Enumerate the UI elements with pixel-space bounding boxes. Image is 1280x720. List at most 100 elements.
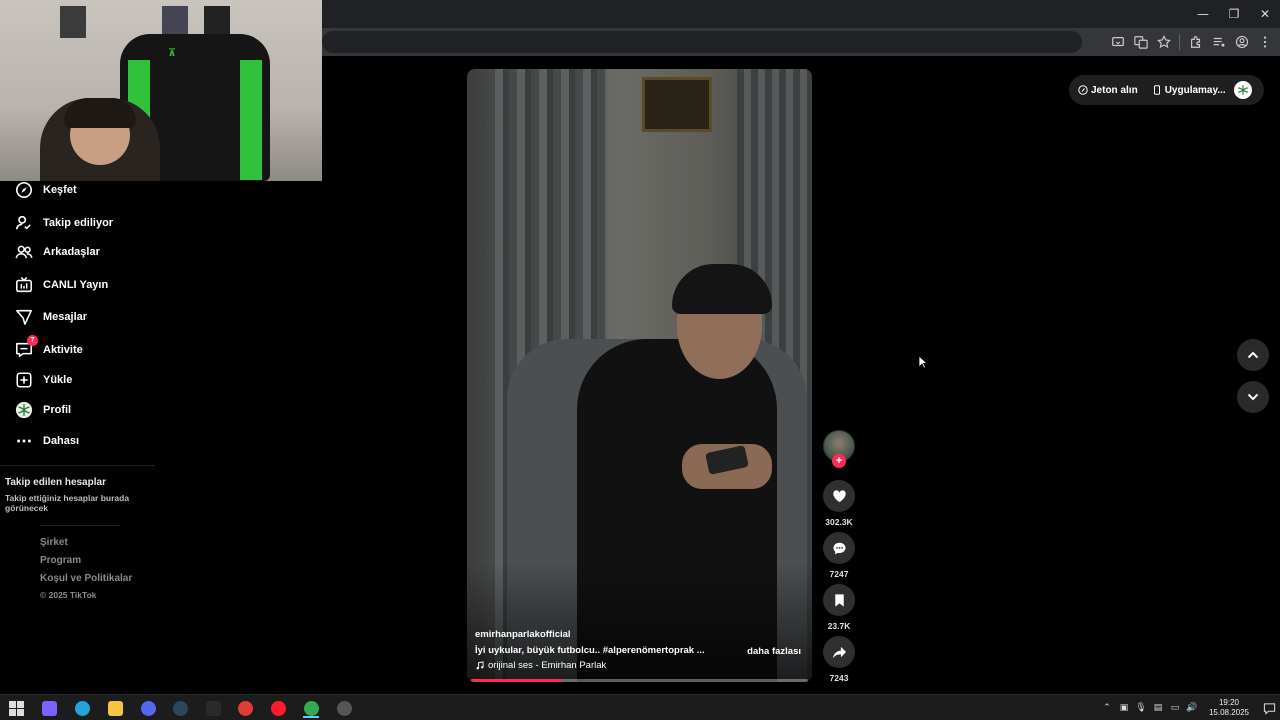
save-button[interactable]	[823, 584, 855, 616]
screencast-icon[interactable]	[1108, 33, 1127, 52]
app-red-icon[interactable]	[234, 698, 256, 718]
opera-icon[interactable]	[267, 698, 289, 718]
previous-video-button[interactable]	[1237, 339, 1269, 371]
profile-icon[interactable]	[1232, 33, 1251, 52]
discord-icon[interactable]	[137, 698, 159, 718]
start-glyph	[8, 700, 24, 716]
phone-icon	[1153, 85, 1160, 95]
sidebar-item-upload[interactable]: Yükle	[14, 369, 154, 391]
sidebar-item-friends[interactable]: Arkadaşlar	[14, 241, 154, 263]
media-icon[interactable]	[1209, 33, 1228, 52]
sidebar-item-label: Mesajlar	[43, 311, 88, 323]
video-progress-bar[interactable]	[471, 679, 808, 682]
sidebar-item-label: Dahası	[43, 435, 80, 447]
save-count: 23.7K	[827, 621, 851, 631]
notification-center-button[interactable]	[1258, 695, 1280, 720]
heart-icon	[832, 489, 846, 502]
follow-plus-button[interactable]: +	[832, 454, 846, 468]
sidebar-item-following[interactable]: Takip ediliyor	[14, 212, 154, 234]
epic-games-icon[interactable]	[202, 698, 224, 718]
tray-overflow-icon[interactable]: ⌃	[1099, 700, 1115, 716]
edge-icon[interactable]	[71, 698, 93, 718]
address-bar[interactable]	[322, 31, 1082, 53]
get-app-label: Uygulamay...	[1164, 84, 1226, 96]
app-monitor-glyph	[336, 700, 352, 716]
get-app-button[interactable]: Uygulamay...	[1152, 85, 1226, 96]
app-monitor-icon[interactable]	[333, 698, 355, 718]
extensions-icon[interactable]	[1186, 33, 1205, 52]
footer-link-company[interactable]: Şirket	[40, 537, 68, 548]
like-count: 302.3K	[825, 517, 853, 527]
next-video-button[interactable]	[1237, 381, 1269, 413]
copilot-icon[interactable]	[38, 698, 60, 718]
sidebar-item-messages[interactable]: Mesajlar	[14, 306, 154, 328]
screen: — ❐ ✕ ⊼ Keşfet Takip ediliyor Arkadaşlar…	[0, 0, 1280, 720]
comment-button[interactable]	[823, 532, 855, 564]
more-icon	[14, 431, 34, 451]
toolbar-separator	[1179, 34, 1180, 50]
share-count: 7243	[829, 673, 849, 683]
following-accounts-title: Takip edilen hesaplar	[5, 477, 106, 488]
video-caption: İyi uykular, büyük futbolcu.. #alperenöm…	[475, 645, 705, 656]
start-icon[interactable]	[5, 698, 27, 718]
close-button[interactable]: ✕	[1250, 0, 1280, 28]
chevron-up-icon	[1247, 351, 1259, 359]
copilot-glyph	[41, 700, 57, 716]
chrome-icon[interactable]	[300, 698, 322, 718]
caption-more-button[interactable]: daha fazlası	[747, 646, 801, 657]
video-progress-fill	[471, 679, 562, 682]
streamer-hair	[64, 98, 136, 128]
tray-display-icon[interactable]: ▤	[1150, 700, 1166, 716]
get-coins-button[interactable]: Jeton alın	[1078, 85, 1138, 96]
steam-icon[interactable]	[169, 698, 191, 718]
sidebar-item-label: Aktivite	[43, 344, 83, 356]
sidebar-item-label: Profil	[43, 404, 72, 416]
upload-icon	[14, 370, 34, 390]
live-icon	[14, 275, 34, 295]
sidebar-item-more[interactable]: Dahası	[14, 430, 154, 452]
chair-logo: ⊼	[168, 48, 178, 59]
video-music[interactable]: orijinal ses - Emirhan Parlak	[475, 660, 606, 671]
video-player[interactable]: emirhanparlakofficial İyi uykular, büyük…	[467, 69, 812, 682]
tray-network-icon[interactable]: ▭	[1167, 700, 1183, 716]
tray-app-icon[interactable]: ▣	[1116, 700, 1132, 716]
save-action: 23.7K	[823, 584, 855, 631]
minimize-button[interactable]: —	[1188, 0, 1218, 28]
translate-icon[interactable]	[1131, 33, 1150, 52]
user-avatar-icon	[1238, 85, 1248, 95]
opera-glyph	[270, 700, 286, 716]
restore-button[interactable]: ❐	[1219, 0, 1249, 28]
steam-glyph	[172, 700, 188, 716]
edge-glyph	[74, 700, 90, 716]
footer-link-terms[interactable]: Koşul ve Politikalar	[40, 573, 132, 584]
sidebar-item-explore[interactable]: Keşfet	[14, 179, 154, 201]
sidebar-item-label: Takip ediliyor	[43, 217, 114, 229]
share-icon	[832, 646, 846, 658]
file-explorer-icon[interactable]	[104, 698, 126, 718]
tray-mic-icon[interactable]: 🎙	[1133, 700, 1149, 716]
sidebar-item-live[interactable]: CANLI Yayın	[14, 274, 154, 296]
tray-volume-icon[interactable]: 🔊	[1184, 700, 1200, 716]
sidebar-item-activity[interactable]: 7 Aktivite	[14, 335, 154, 361]
following-accounts-desc: Takip ettiğiniz hesaplar burada görünece…	[5, 493, 130, 513]
chair-stripe	[240, 60, 262, 180]
activity-icon: 7	[14, 335, 38, 360]
user-avatar-button[interactable]	[1234, 81, 1252, 99]
footer-link-program[interactable]: Program	[40, 555, 81, 566]
bookmark-icon	[834, 593, 844, 607]
bookmark-star-icon[interactable]	[1154, 33, 1173, 52]
video-author[interactable]: emirhanparlakofficial	[475, 629, 571, 640]
toolbar-icons	[1108, 28, 1274, 56]
system-clock[interactable]: 19:20 15.08.2025	[1206, 698, 1252, 718]
video-picture-frame	[642, 77, 712, 132]
share-button[interactable]	[823, 636, 855, 668]
following-icon	[14, 213, 34, 233]
wall-poster	[60, 6, 86, 38]
like-button[interactable]	[823, 480, 855, 512]
creator-avatar[interactable]: +	[823, 430, 855, 468]
comment-count: 7247	[829, 569, 849, 579]
music-note-icon	[476, 661, 484, 670]
chevron-down-icon	[1247, 393, 1259, 401]
sidebar-item-profile[interactable]: Profil	[14, 399, 154, 421]
menu-icon[interactable]	[1255, 33, 1274, 52]
